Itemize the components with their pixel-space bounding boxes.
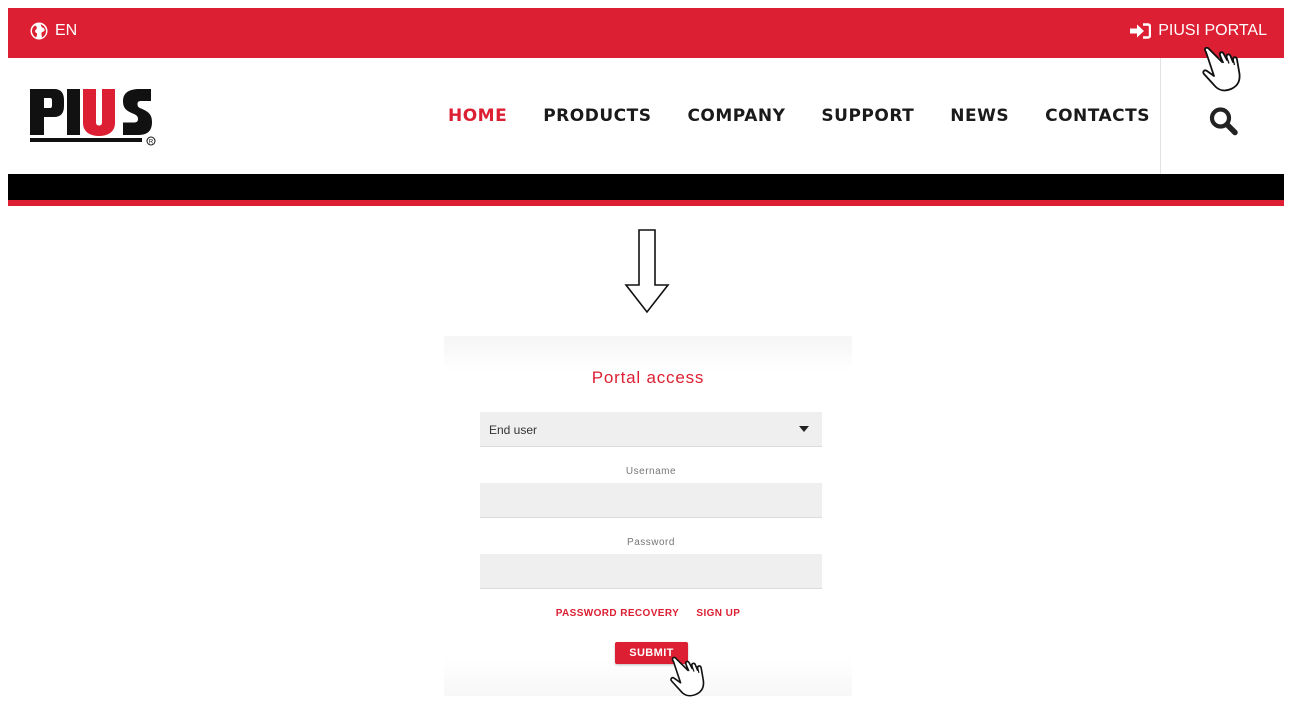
globe-icon [30,22,48,40]
user-type-value: End user [489,423,538,437]
user-type-select[interactable]: End user [480,412,822,447]
account-links: PASSWORD RECOVERY SIGN UP [444,608,852,619]
piusi-logo[interactable]: R [30,85,160,147]
pointing-hand-icon [1202,46,1241,92]
portal-title: Portal access [591,368,705,387]
language-label: EN [55,22,78,39]
top-bar: EN PIUSI PORTAL [8,8,1284,58]
chevron-down-icon [799,426,809,432]
header-divider [1160,58,1161,174]
piusi-portal-label: PIUSI PORTAL [1158,22,1267,39]
pointing-hand-icon [670,656,705,697]
main-header: R HOME PRODUCTS COMPANY SUPPORT NEWS CON… [8,58,1284,174]
header-black-band [8,174,1284,200]
username-field[interactable] [480,483,822,518]
login-arrow-icon [1130,23,1152,39]
down-arrow-icon [624,229,670,314]
nav-home[interactable]: HOME [448,106,507,126]
nav-company[interactable]: COMPANY [687,106,785,126]
password-recovery-link[interactable]: PASSWORD RECOVERY [556,608,679,619]
nav-support[interactable]: SUPPORT [821,106,914,126]
piusi-portal-link[interactable]: PIUSI PORTAL [1129,22,1267,40]
sign-up-link[interactable]: SIGN UP [696,608,740,619]
portal-access-panel: Portal access End user Username Password… [444,336,852,696]
main-nav: HOME PRODUCTS COMPANY SUPPORT NEWS CONTA… [448,106,1150,126]
nav-products[interactable]: PRODUCTS [543,106,651,126]
username-label: Username [625,466,677,477]
nav-contacts[interactable]: CONTACTS [1045,106,1150,126]
password-label: Password [627,537,675,548]
svg-text:R: R [149,140,154,146]
search-icon[interactable] [1208,106,1240,136]
header-red-line [8,200,1284,206]
password-field[interactable] [480,554,822,589]
nav-news[interactable]: NEWS [950,106,1009,126]
language-selector[interactable]: EN [30,22,77,40]
